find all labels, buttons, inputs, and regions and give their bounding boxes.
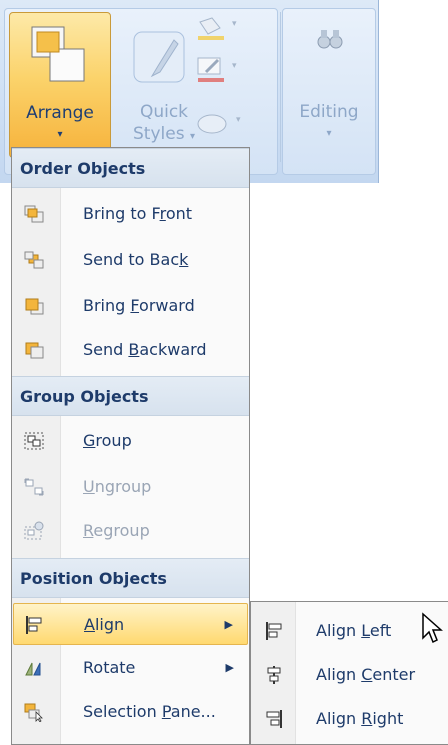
submenu-arrow-icon: ▶ (225, 661, 234, 674)
svg-text:▾: ▾ (232, 19, 237, 29)
svg-text:▾: ▾ (232, 61, 237, 71)
section-group-objects: Group Objects (12, 376, 249, 416)
paint-bucket-icon: ▾ (198, 17, 237, 40)
menu-item-bring-forward[interactable]: Bring Forward (13, 285, 248, 327)
send-to-back-icon (24, 251, 44, 269)
ungroup-icon (24, 478, 44, 496)
shape-effects-icon: ▾ (197, 114, 241, 134)
submenu-item-label: Align Right (316, 709, 404, 728)
menu-item-label: Selection Pane... (83, 702, 216, 721)
menu-item-bring-to-front[interactable]: Bring to Front (13, 193, 248, 235)
submenu-item-align-center[interactable]: Align Center (252, 654, 448, 696)
menu-item-label: Group (83, 431, 132, 450)
menu-item-label: Send Backward (83, 340, 207, 359)
menu-item-send-to-back[interactable]: Send to Back (13, 239, 248, 281)
submenu-item-label: Align Center (316, 665, 416, 684)
section-position-objects: Position Objects (12, 558, 249, 598)
align-submenu: Align Left Align Center Align Right (250, 601, 448, 745)
submenu-arrow-icon: ▶ (224, 618, 233, 631)
bring-to-front-icon (24, 205, 44, 223)
regroup-icon (24, 521, 44, 540)
editing-button[interactable]: Editing ▾ (286, 12, 372, 158)
shape-fill-button[interactable]: ▾ (192, 14, 248, 42)
bring-forward-icon (25, 298, 44, 315)
arrange-icon (31, 26, 85, 82)
ribbon-separator (280, 12, 281, 162)
arrange-button[interactable]: Arrange ▾ (9, 12, 111, 158)
submenu-item-align-right[interactable]: Align Right (252, 698, 448, 740)
chevron-down-icon: ▾ (57, 129, 63, 140)
editing-label: Editing (299, 102, 359, 122)
rotate-icon (25, 662, 41, 676)
binoculars-icon (317, 30, 343, 49)
menu-item-ungroup: Ungroup (13, 466, 248, 508)
svg-text:▾: ▾ (236, 115, 241, 125)
submenu-item-align-left[interactable]: Align Left (252, 610, 448, 652)
align-icon (26, 616, 42, 634)
chevron-down-icon: ▾ (326, 128, 332, 139)
shape-outline-button[interactable]: ▾ (192, 54, 248, 82)
menu-item-label: Bring to Front (83, 204, 193, 223)
menu-item-regroup: Regroup (13, 510, 248, 552)
shape-effects-button[interactable]: ▾ (196, 108, 252, 136)
submenu-item-label: Align Left (316, 621, 392, 640)
send-backward-icon (25, 342, 44, 359)
align-center-icon (267, 666, 281, 684)
arrange-menu: Order Objects Bring to Front Send to Bac… (11, 147, 250, 745)
arrange-label: Arrange (26, 103, 94, 123)
menu-item-group[interactable]: Group (13, 420, 248, 462)
menu-item-selection-pane[interactable]: Selection Pane... (13, 691, 248, 733)
group-icon (24, 432, 44, 450)
menu-item-label: Send to Back (83, 250, 189, 269)
menu-item-label: Regroup (83, 521, 150, 540)
quick-styles-icon (133, 31, 185, 83)
menu-item-label: Ungroup (83, 477, 152, 496)
menu-item-label: Align (84, 615, 125, 634)
menu-item-label: Bring Forward (83, 296, 195, 315)
menu-item-send-backward[interactable]: Send Backward (13, 329, 248, 371)
mouse-cursor-icon (422, 612, 443, 644)
pen-outline-icon: ▾ (197, 57, 237, 82)
align-right-icon (266, 710, 282, 728)
menu-item-rotate[interactable]: Rotate ▶ (13, 647, 248, 689)
section-order-objects: Order Objects (12, 148, 249, 188)
align-left-icon (266, 622, 282, 640)
menu-item-align[interactable]: Align ▶ (13, 603, 248, 645)
menu-item-label: Rotate (83, 658, 136, 677)
selection-pane-icon (24, 703, 43, 722)
